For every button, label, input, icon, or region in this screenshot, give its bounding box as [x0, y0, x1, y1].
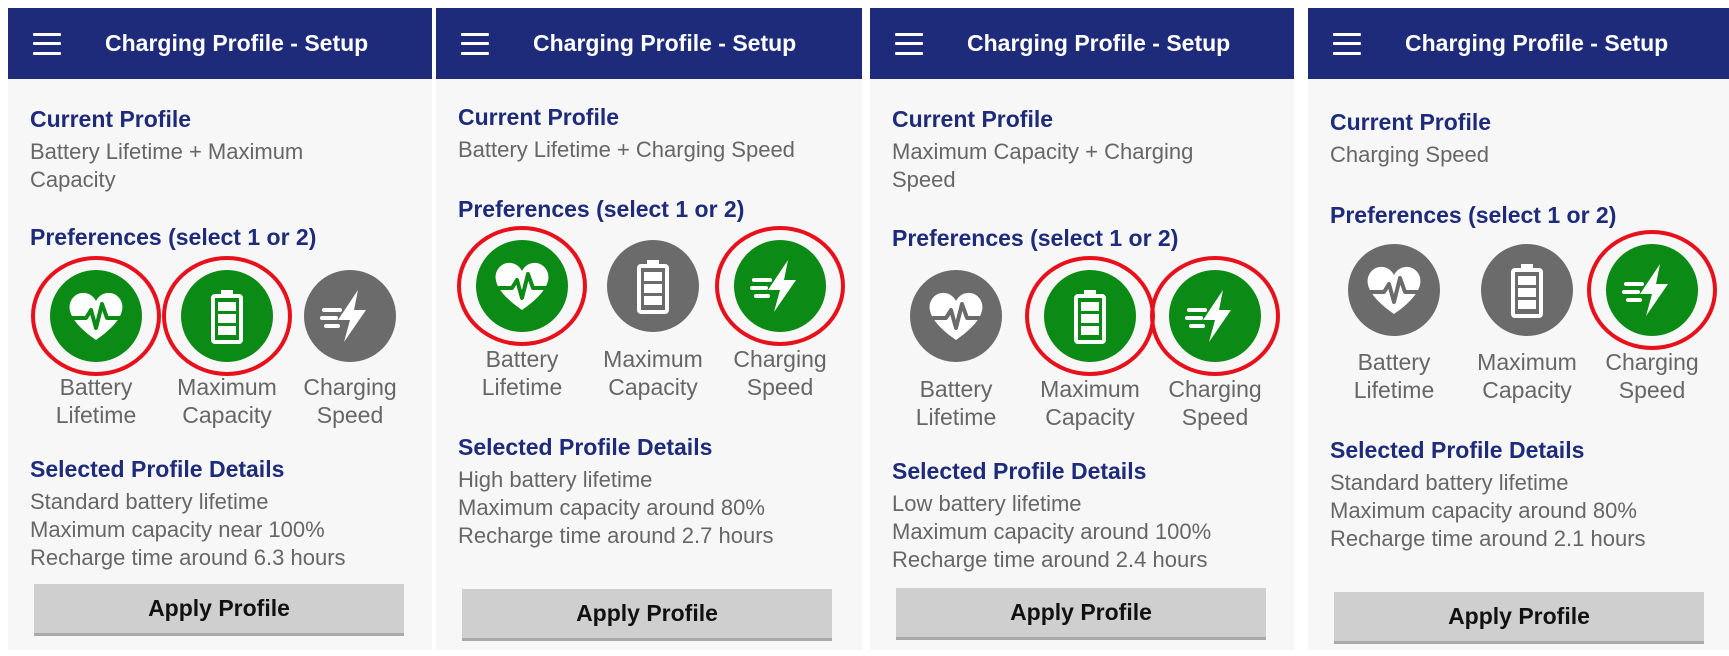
charging-speed-label: Charging Speed: [303, 374, 397, 428]
detail-line: Maximum capacity around 100%: [892, 519, 1212, 544]
phone-screen-1: Charging Profile - Setup Current Profile…: [8, 8, 432, 650]
charging-speed-toggle[interactable]: [1606, 244, 1698, 336]
detail-line: Maximum capacity around 80%: [1330, 498, 1637, 523]
current-profile-heading: Current Profile: [30, 106, 192, 132]
charging-speed-toggle[interactable]: [1169, 270, 1261, 362]
charging-speed-label: Charging Speed: [1605, 349, 1699, 403]
battery-icon: [1511, 264, 1543, 318]
preferences-heading: Preferences (select 1 or 2): [892, 225, 1179, 251]
charging-speed-label: Charging Speed: [1168, 376, 1262, 430]
fast-charge-icon: [750, 260, 796, 312]
maximum-capacity-toggle[interactable]: [1481, 244, 1573, 336]
heart-pulse-icon: [69, 292, 123, 340]
app-bar-title: Charging Profile - Setup: [105, 30, 369, 56]
charging-speed-label: Charging Speed: [733, 346, 827, 400]
apply-profile-button[interactable]: Apply Profile: [1334, 592, 1704, 644]
detail-line: Recharge time around 2.7 hours: [458, 523, 774, 548]
app-bar-title: Charging Profile - Setup: [533, 30, 797, 56]
battery-lifetime-label: Battery Lifetime: [1353, 349, 1435, 403]
preferences-heading: Preferences (select 1 or 2): [30, 224, 317, 250]
profile-details-heading: Selected Profile Details: [1330, 437, 1585, 463]
detail-line: Standard battery lifetime: [1330, 470, 1569, 495]
detail-line: Maximum capacity around 80%: [458, 495, 765, 520]
detail-line: Recharge time around 2.4 hours: [892, 547, 1208, 572]
maximum-capacity-label: Maximum Capacity: [603, 346, 703, 400]
maximum-capacity-toggle[interactable]: [607, 240, 699, 332]
profile-details: Low battery lifetime Maximum capacity ar…: [892, 490, 1211, 574]
current-profile-heading: Current Profile: [892, 106, 1054, 132]
current-profile-value: Charging Speed: [1330, 142, 1490, 167]
app-bar-title: Charging Profile - Setup: [967, 30, 1231, 56]
charging-speed-toggle[interactable]: [304, 270, 396, 362]
hamburger-menu-icon[interactable]: [895, 32, 923, 55]
profile-details-heading: Selected Profile Details: [892, 458, 1147, 484]
fast-charge-icon: [320, 290, 366, 342]
battery-lifetime-toggle[interactable]: [910, 270, 1002, 362]
maximum-capacity-label: Maximum Capacity: [1040, 376, 1140, 430]
fast-charge-icon: [1185, 290, 1231, 342]
profile-details: Standard battery lifetime Maximum capaci…: [1330, 469, 1646, 553]
battery-lifetime-label: Battery Lifetime: [915, 376, 997, 430]
current-profile-heading: Current Profile: [1330, 109, 1492, 135]
hamburger-menu-icon[interactable]: [33, 32, 61, 55]
profile-details-heading: Selected Profile Details: [458, 434, 713, 460]
maximum-capacity-toggle[interactable]: [1044, 270, 1136, 362]
current-profile-value: Maximum Capacity + Charging Speed: [892, 139, 1194, 192]
maximum-capacity-toggle[interactable]: [181, 270, 273, 362]
phone-screen-2: Charging Profile - Setup Current Profile…: [436, 8, 862, 650]
battery-lifetime-label: Battery Lifetime: [55, 374, 137, 428]
hamburger-menu-icon[interactable]: [461, 32, 489, 55]
profile-details: High battery lifetime Maximum capacity a…: [458, 466, 774, 550]
heart-pulse-icon: [1367, 266, 1421, 314]
current-profile-value: Battery Lifetime + Maximum Capacity: [30, 139, 304, 192]
preferences-heading: Preferences (select 1 or 2): [458, 196, 745, 222]
current-profile-heading: Current Profile: [458, 104, 620, 130]
detail-line: Maximum capacity near 100%: [30, 517, 325, 542]
heart-pulse-icon: [495, 262, 549, 310]
detail-line: Recharge time around 6.3 hours: [30, 545, 346, 570]
detail-line: Low battery lifetime: [892, 491, 1082, 516]
fast-charge-icon: [1622, 264, 1668, 316]
preferences-heading: Preferences (select 1 or 2): [1330, 202, 1617, 228]
hamburger-menu-icon[interactable]: [1333, 32, 1361, 55]
app-bar: Charging Profile - Setup: [1308, 8, 1729, 79]
detail-line: High battery lifetime: [458, 467, 653, 492]
profile-details-heading: Selected Profile Details: [30, 456, 285, 482]
battery-icon: [1074, 290, 1106, 344]
phone-screen-3: Charging Profile - Setup Current Profile…: [870, 8, 1294, 650]
maximum-capacity-label: Maximum Capacity: [1477, 349, 1577, 403]
maximum-capacity-label: Maximum Capacity: [177, 374, 277, 428]
profile-details: Standard battery lifetime Maximum capaci…: [30, 488, 346, 572]
apply-profile-button[interactable]: Apply Profile: [34, 584, 404, 636]
battery-lifetime-toggle[interactable]: [50, 270, 142, 362]
detail-line: Recharge time around 2.1 hours: [1330, 526, 1646, 551]
current-profile-value: Battery Lifetime + Charging Speed: [458, 137, 795, 162]
heart-pulse-icon: [929, 292, 983, 340]
battery-icon: [211, 290, 243, 344]
battery-lifetime-toggle[interactable]: [476, 240, 568, 332]
apply-profile-button[interactable]: Apply Profile: [462, 589, 832, 641]
app-bar: Charging Profile - Setup: [436, 8, 862, 79]
app-bar-title: Charging Profile - Setup: [1405, 30, 1669, 56]
battery-lifetime-toggle[interactable]: [1348, 244, 1440, 336]
app-bar: Charging Profile - Setup: [8, 8, 432, 79]
app-bar: Charging Profile - Setup: [870, 8, 1294, 79]
phone-screen-4: Charging Profile - Setup Current Profile…: [1308, 8, 1729, 650]
battery-lifetime-label: Battery Lifetime: [481, 346, 563, 400]
detail-line: Standard battery lifetime: [30, 489, 269, 514]
apply-profile-button[interactable]: Apply Profile: [896, 588, 1266, 640]
charging-speed-toggle[interactable]: [734, 240, 826, 332]
battery-icon: [637, 260, 669, 314]
